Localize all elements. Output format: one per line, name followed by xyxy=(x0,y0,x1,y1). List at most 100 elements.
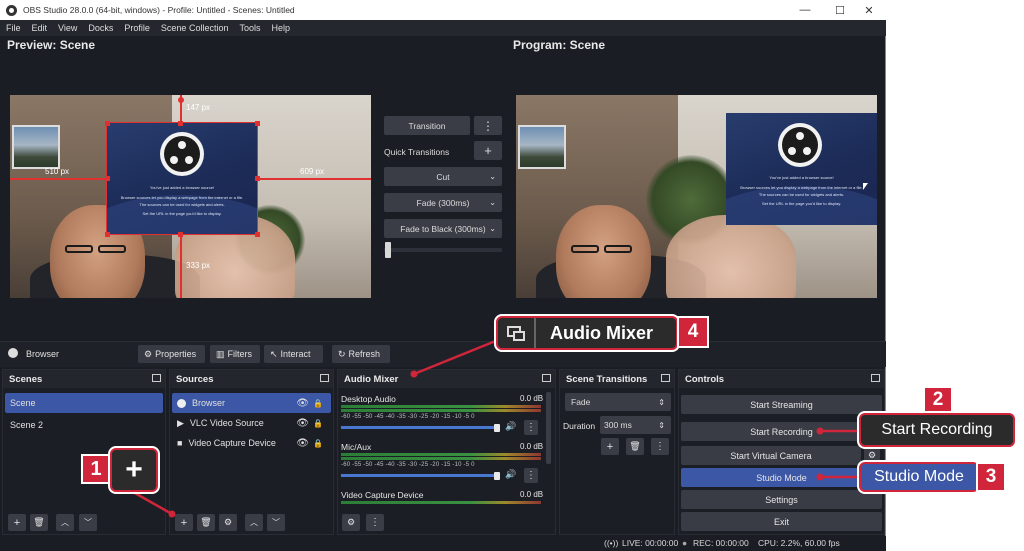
chevron-down-icon: ⌄ xyxy=(489,172,496,181)
move-down-icon[interactable]: ﹀ xyxy=(79,514,97,531)
refresh-button[interactable]: ↻ Refresh xyxy=(332,345,390,363)
volume-meter xyxy=(341,453,541,456)
preview-canvas[interactable]: You've just added a browser source! Brow… xyxy=(10,95,371,298)
menu-edit[interactable]: Edit xyxy=(32,23,48,33)
settings-button[interactable]: Settings xyxy=(681,490,882,509)
close-button[interactable]: ✕ xyxy=(852,0,886,20)
volume-slider[interactable] xyxy=(341,474,496,477)
undock-icon[interactable] xyxy=(542,374,551,382)
resize-handle[interactable] xyxy=(255,176,260,181)
mixer-scrollbar[interactable] xyxy=(546,392,551,464)
source-item[interactable]: Browser 👁 🔒 xyxy=(172,393,331,413)
browser-text-1: You've just added a browser source! xyxy=(769,175,834,180)
scene-item[interactable]: Scene xyxy=(5,393,163,413)
filters-button[interactable]: ▥ Filters xyxy=(210,345,260,363)
volume-slider-knob[interactable] xyxy=(494,472,500,480)
lock-icon[interactable]: 🔒 xyxy=(313,439,323,448)
move-up-icon[interactable]: ︿ xyxy=(245,514,263,531)
start-recording-button[interactable]: Start Recording xyxy=(681,422,882,441)
scenes-title: Scenes xyxy=(3,370,165,388)
resize-handle[interactable] xyxy=(255,121,260,126)
start-streaming-button[interactable]: Start Streaming xyxy=(681,395,882,414)
resize-handle[interactable] xyxy=(105,176,110,181)
transition-select[interactable]: Fade ⇕ xyxy=(565,393,671,411)
source-item[interactable]: ■ Video Capture Device 👁 🔒 xyxy=(172,433,331,453)
menu-view[interactable]: View xyxy=(58,23,77,33)
rotate-handle[interactable] xyxy=(178,97,184,103)
add-transition-icon[interactable]: + xyxy=(601,438,619,455)
menu-profile[interactable]: Profile xyxy=(124,23,150,33)
move-up-icon[interactable]: ︿ xyxy=(56,514,74,531)
lock-icon[interactable]: 🔒 xyxy=(313,419,323,428)
exit-button[interactable]: Exit xyxy=(681,512,882,531)
resize-handle[interactable] xyxy=(178,121,183,126)
scene-transitions-dock: Scene Transitions Fade ⇕ Duration 300 ms ⇕… xyxy=(559,369,675,535)
interact-button[interactable]: ↖ Interact xyxy=(264,345,323,363)
volume-slider[interactable] xyxy=(341,426,496,429)
interact-icon: ↖ xyxy=(270,348,278,359)
resize-handle[interactable] xyxy=(105,232,110,237)
properties-button[interactable]: ⚙ Properties xyxy=(138,345,205,363)
audio-mixer-title: Audio Mixer xyxy=(338,370,555,388)
resize-handle[interactable] xyxy=(105,121,110,126)
menu-file[interactable]: File xyxy=(6,23,21,33)
speaker-icon[interactable]: 🔊 xyxy=(505,469,516,480)
add-source-icon[interactable]: + xyxy=(175,514,193,531)
menu-tools[interactable]: Tools xyxy=(239,23,260,33)
add-scene-icon[interactable]: + xyxy=(8,514,26,531)
visibility-eye-icon[interactable]: 👁 xyxy=(296,438,309,449)
undock-icon[interactable] xyxy=(661,374,670,382)
duration-spinbox[interactable]: 300 ms ⇕ xyxy=(600,416,671,434)
channel-menu-icon[interactable]: ⋮ xyxy=(524,420,538,435)
menu-help[interactable]: Help xyxy=(271,23,290,33)
source-item-label: Browser xyxy=(192,398,226,408)
remove-source-icon[interactable]: 🗑 xyxy=(197,514,215,531)
speaker-icon[interactable]: 🔊 xyxy=(505,421,516,432)
studio-mode-button[interactable]: Studio Mode xyxy=(681,468,882,487)
minimize-button[interactable]: — xyxy=(788,0,822,20)
scene-transitions-title: Scene Transitions xyxy=(560,370,674,388)
transition-select-value: Fade xyxy=(571,397,591,407)
filters-icon: ▥ xyxy=(216,348,225,359)
transition-button[interactable]: Transition xyxy=(384,116,470,135)
updown-icon: ⇕ xyxy=(658,397,665,407)
channel-menu-icon[interactable]: ⋮ xyxy=(524,468,538,483)
meter-scale: -60 -55 -50 -45 -40 -35 -30 -25 -20 -15 … xyxy=(341,462,475,468)
quick-transition-cut[interactable]: Cut ⌄ xyxy=(384,167,502,186)
visibility-eye-icon[interactable]: 👁 xyxy=(296,418,309,429)
source-item[interactable]: ▶ VLC Video Source 👁 🔒 xyxy=(172,413,331,433)
start-virtual-camera-button[interactable]: Start Virtual Camera xyxy=(681,446,861,465)
resize-handle[interactable] xyxy=(178,232,183,237)
studio-transition-panel: Transition ⋮ Quick Transitions + Cut ⌄ Fa… xyxy=(380,106,507,306)
quick-transition-fade[interactable]: Fade (300ms) ⌄ xyxy=(384,193,502,212)
undock-icon[interactable] xyxy=(320,374,329,382)
lock-icon[interactable]: 🔒 xyxy=(313,399,323,408)
resize-handle[interactable] xyxy=(255,232,260,237)
cpu-fps: CPU: 2.2%, 60.00 fps xyxy=(758,538,840,548)
volume-slider-knob[interactable] xyxy=(494,424,500,432)
browser-source[interactable]: You've just added a browser source! Brow… xyxy=(106,122,258,235)
source-settings-gear-icon[interactable]: ⚙ xyxy=(219,514,237,531)
scene-transitions-title-text: Scene Transitions xyxy=(566,374,648,385)
remove-transition-icon[interactable]: 🗑 xyxy=(626,438,644,455)
transition-menu-icon[interactable]: ⋮ xyxy=(651,438,669,455)
mixer-settings-gear-icon[interactable]: ⚙ xyxy=(342,514,360,531)
transition-more-icon[interactable]: ⋮ xyxy=(474,116,502,135)
mixer-menu-icon[interactable]: ⋮ xyxy=(366,514,384,531)
channel-level: 0.0 dB xyxy=(520,394,544,403)
visibility-eye-icon[interactable]: 👁 xyxy=(296,398,309,409)
quick-transition-fade-black[interactable]: Fade to Black (300ms) ⌄ xyxy=(384,219,502,238)
scene-item[interactable]: Scene 2 xyxy=(5,415,163,435)
t-bar-handle[interactable] xyxy=(385,242,391,258)
menu-docks[interactable]: Docks xyxy=(88,23,113,33)
remove-scene-icon[interactable]: 🗑 xyxy=(30,514,48,531)
meter-scale: -60 -55 -50 -45 -40 -35 -30 -25 -20 -15 … xyxy=(341,414,475,420)
t-bar-slider[interactable] xyxy=(384,248,502,252)
filters-label: Filters xyxy=(227,349,253,359)
browser-text-3: The sources can be used for widgets and … xyxy=(758,192,845,197)
menu-scene-collection[interactable]: Scene Collection xyxy=(161,23,229,33)
undock-icon[interactable] xyxy=(152,374,161,382)
move-down-icon[interactable]: ﹀ xyxy=(267,514,285,531)
undock-icon[interactable] xyxy=(871,374,880,382)
add-quick-transition-icon[interactable]: + xyxy=(474,141,502,160)
